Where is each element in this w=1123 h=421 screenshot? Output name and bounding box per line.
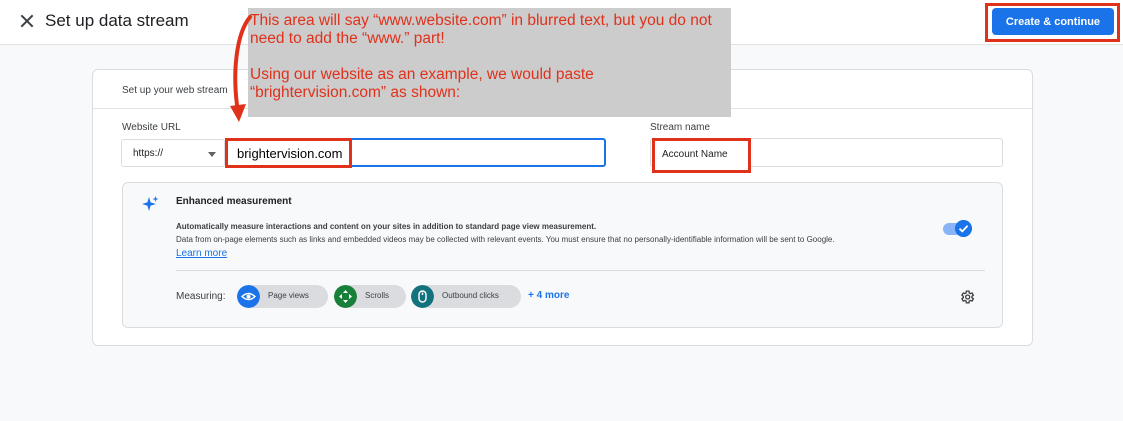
page-title: Set up data stream [45, 11, 189, 30]
protocol-select[interactable]: https:// [121, 139, 225, 167]
enhanced-measurement-disclaimer: Data from on-page elements such as links… [176, 235, 835, 244]
chip-label: Page views [268, 291, 309, 300]
protocol-value: https:// [133, 148, 164, 159]
annotation-highlight-url: brightervision.com [225, 138, 352, 168]
more-events-link[interactable]: + 4 more [528, 290, 569, 301]
enhanced-measurement-title: Enhanced measurement [176, 196, 292, 207]
mouse-icon [411, 285, 434, 308]
sparkle-icon [142, 196, 159, 211]
chip-scrolls[interactable]: Scrolls [334, 285, 406, 308]
annotation-arrow-icon [230, 15, 252, 122]
gear-icon[interactable] [959, 289, 975, 305]
enhanced-measurement-panel: Enhanced measurement Automatically measu… [122, 182, 1003, 328]
website-url-value: brightervision.com [237, 146, 343, 161]
close-icon[interactable] [18, 12, 36, 30]
chevron-down-icon [208, 152, 216, 157]
annotation-callout: This area will say “www.website.com” in … [248, 8, 731, 117]
annotation-text: This area will say “www.website.com” in … [250, 12, 712, 101]
chip-outbound-clicks[interactable]: Outbound clicks [411, 285, 521, 308]
chip-label: Scrolls [365, 291, 390, 300]
stream-name-label: Stream name [650, 122, 711, 133]
stream-name-value: Account Name [662, 149, 728, 160]
eye-icon [237, 285, 260, 308]
enhanced-measurement-description: Automatically measure interactions and c… [176, 222, 597, 231]
website-url-label: Website URL [122, 122, 181, 133]
enhanced-measurement-toggle[interactable] [943, 220, 972, 237]
measuring-label: Measuring: [176, 291, 226, 302]
crosshair-icon [334, 285, 357, 308]
chip-page-views[interactable]: Page views [237, 285, 328, 308]
create-and-continue-button[interactable]: Create & continue [992, 8, 1114, 35]
divider [176, 270, 985, 271]
card-heading: Set up your web stream [122, 85, 228, 96]
chip-label: Outbound clicks [442, 291, 499, 300]
check-icon [955, 220, 972, 237]
learn-more-link[interactable]: Learn more [176, 248, 227, 259]
annotation-highlight-stream-name: Account Name [652, 138, 751, 173]
